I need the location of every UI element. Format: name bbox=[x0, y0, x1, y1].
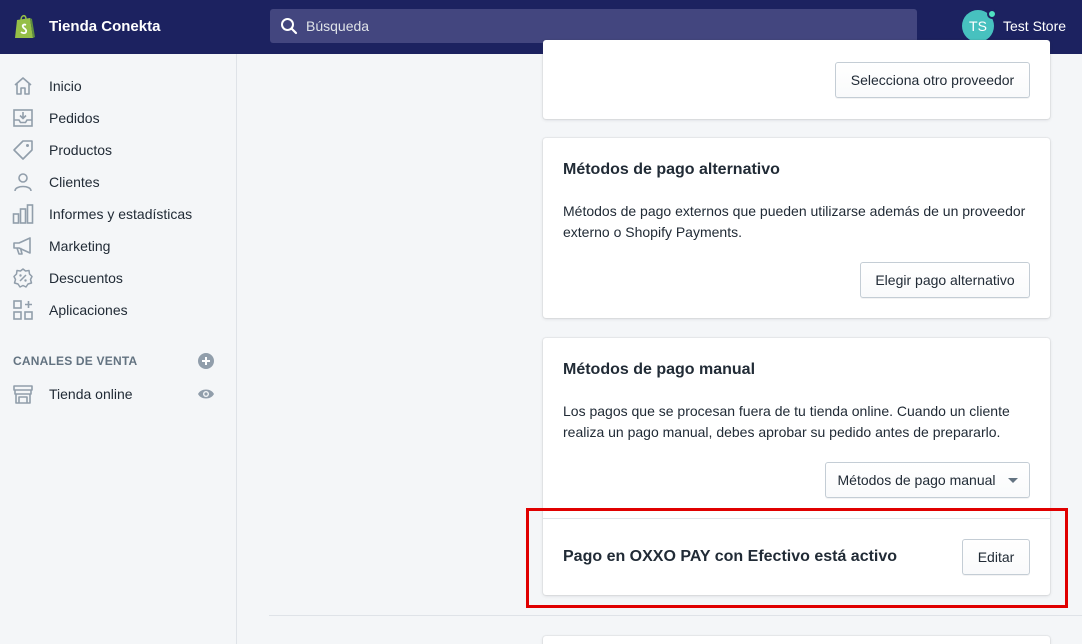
person-icon bbox=[14, 173, 32, 192]
sidebar-item-marketing[interactable]: Marketing bbox=[12, 234, 222, 258]
caret-down-icon bbox=[1007, 477, 1018, 483]
search-placeholder: Búsqueda bbox=[306, 18, 370, 34]
sidebar-item-label: Productos bbox=[49, 142, 113, 158]
add-channel-icon[interactable] bbox=[197, 352, 215, 370]
megaphone-icon bbox=[13, 237, 31, 255]
manual-payments-title: Métodos de pago manual bbox=[563, 361, 756, 378]
orders-icon bbox=[13, 109, 33, 127]
sidebar-item-label: Marketing bbox=[49, 238, 111, 254]
manual-payments-dropdown[interactable]: Métodos de pago manual bbox=[825, 462, 1030, 498]
sales-channels-title: CANALES DE VENTA bbox=[13, 354, 138, 368]
sidebar-item-productos[interactable]: Productos bbox=[12, 138, 222, 162]
avatar: TS bbox=[962, 9, 997, 42]
sidebar-item-inicio[interactable]: Inicio bbox=[12, 74, 222, 98]
search-input[interactable]: Búsqueda bbox=[270, 9, 917, 43]
section-divider bbox=[269, 615, 1082, 616]
sidebar-item-tienda-online[interactable]: Tienda online bbox=[12, 382, 222, 406]
next-card bbox=[543, 636, 1050, 644]
sidebar-item-label: Descuentos bbox=[49, 270, 123, 286]
sidebar-item-pedidos[interactable]: Pedidos bbox=[12, 106, 222, 130]
alternative-payments-card: Métodos de pago alternativo Métodos de p… bbox=[543, 138, 1050, 318]
sidebar-item-aplicaciones[interactable]: Aplicaciones bbox=[12, 298, 222, 322]
sidebar: Inicio Pedidos Productos Clientes Inform… bbox=[0, 54, 237, 644]
tag-icon bbox=[13, 140, 33, 160]
apps-icon bbox=[13, 300, 33, 320]
sidebar-item-label: Inicio bbox=[49, 78, 82, 94]
store-icon bbox=[13, 385, 33, 404]
sidebar-item-label: Aplicaciones bbox=[49, 302, 128, 318]
sidebar-item-informes[interactable]: Informes y estadísticas bbox=[12, 202, 222, 226]
sidebar-item-label: Clientes bbox=[49, 174, 100, 190]
discount-icon bbox=[13, 268, 33, 288]
sidebar-item-descuentos[interactable]: Descuentos bbox=[12, 266, 222, 290]
eye-icon[interactable] bbox=[197, 387, 215, 401]
avatar-initials: TS bbox=[969, 18, 987, 34]
sidebar-item-label: Informes y estadísticas bbox=[49, 206, 193, 222]
user-name: Test Store bbox=[1003, 18, 1067, 34]
user-menu[interactable]: TS Test Store bbox=[962, 9, 1067, 42]
sidebar-item-clientes[interactable]: Clientes bbox=[12, 170, 222, 194]
select-provider-button[interactable]: Selecciona otro proveedor bbox=[835, 62, 1030, 98]
online-status-dot bbox=[987, 9, 997, 19]
sidebar-item-label: Pedidos bbox=[49, 110, 100, 126]
alternative-payments-description: Métodos de pago externos que pueden util… bbox=[563, 203, 1026, 240]
search-icon bbox=[281, 18, 298, 35]
sidebar-item-label: Tienda online bbox=[49, 386, 133, 402]
bar-chart-icon bbox=[12, 204, 34, 224]
manual-payments-description: Los pagos que se procesan fuera de tu ti… bbox=[563, 403, 1010, 440]
choose-alternative-payment-button[interactable]: Elegir pago alternativo bbox=[860, 262, 1030, 298]
store-brand[interactable]: Tienda Conekta bbox=[14, 13, 160, 40]
alternative-payments-title: Métodos de pago alternativo bbox=[563, 161, 780, 178]
highlight-annotation bbox=[526, 508, 1068, 608]
store-name: Tienda Conekta bbox=[49, 18, 161, 35]
shopify-bag-icon bbox=[15, 14, 35, 38]
payment-provider-card: Selecciona otro proveedor bbox=[543, 40, 1050, 119]
manual-payments-dropdown-label: Métodos de pago manual bbox=[837, 472, 996, 488]
home-icon bbox=[14, 77, 32, 95]
